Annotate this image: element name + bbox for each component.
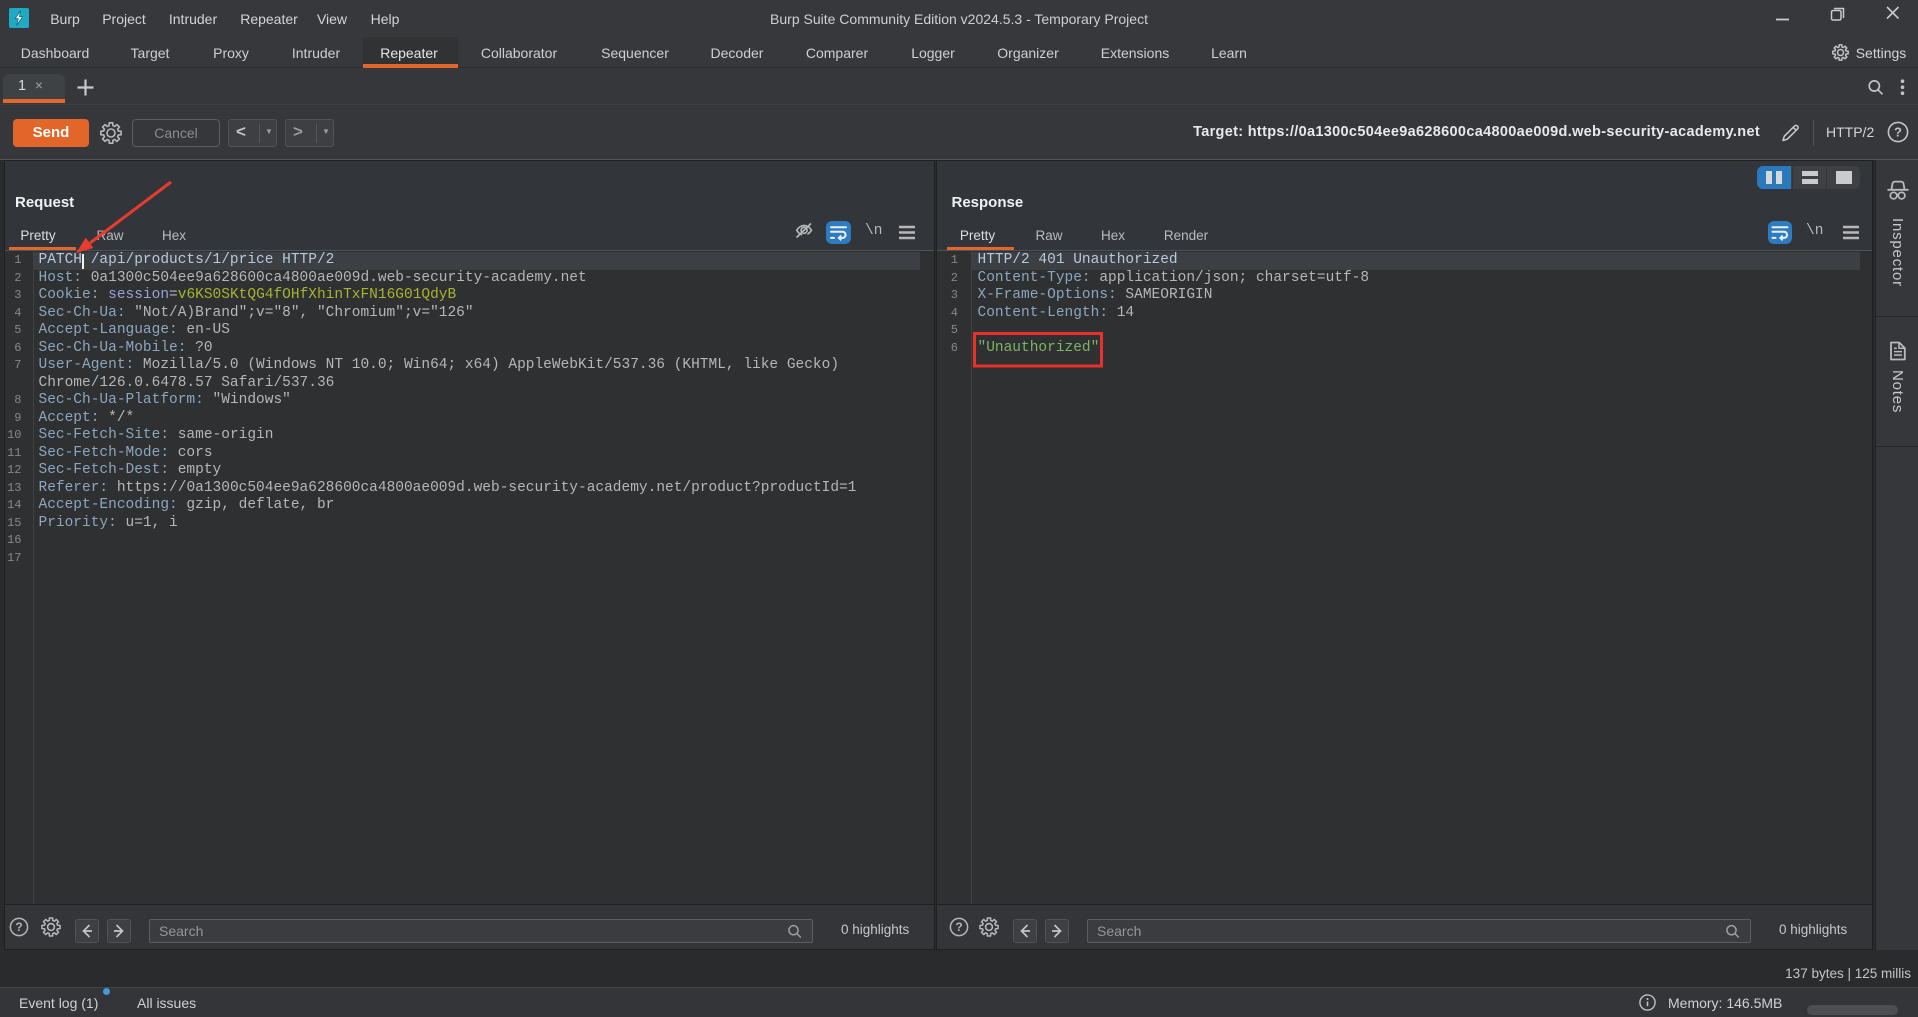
- svg-text:?: ?: [1894, 125, 1902, 140]
- svg-text:?: ?: [15, 920, 22, 934]
- svg-text:?: ?: [955, 920, 962, 934]
